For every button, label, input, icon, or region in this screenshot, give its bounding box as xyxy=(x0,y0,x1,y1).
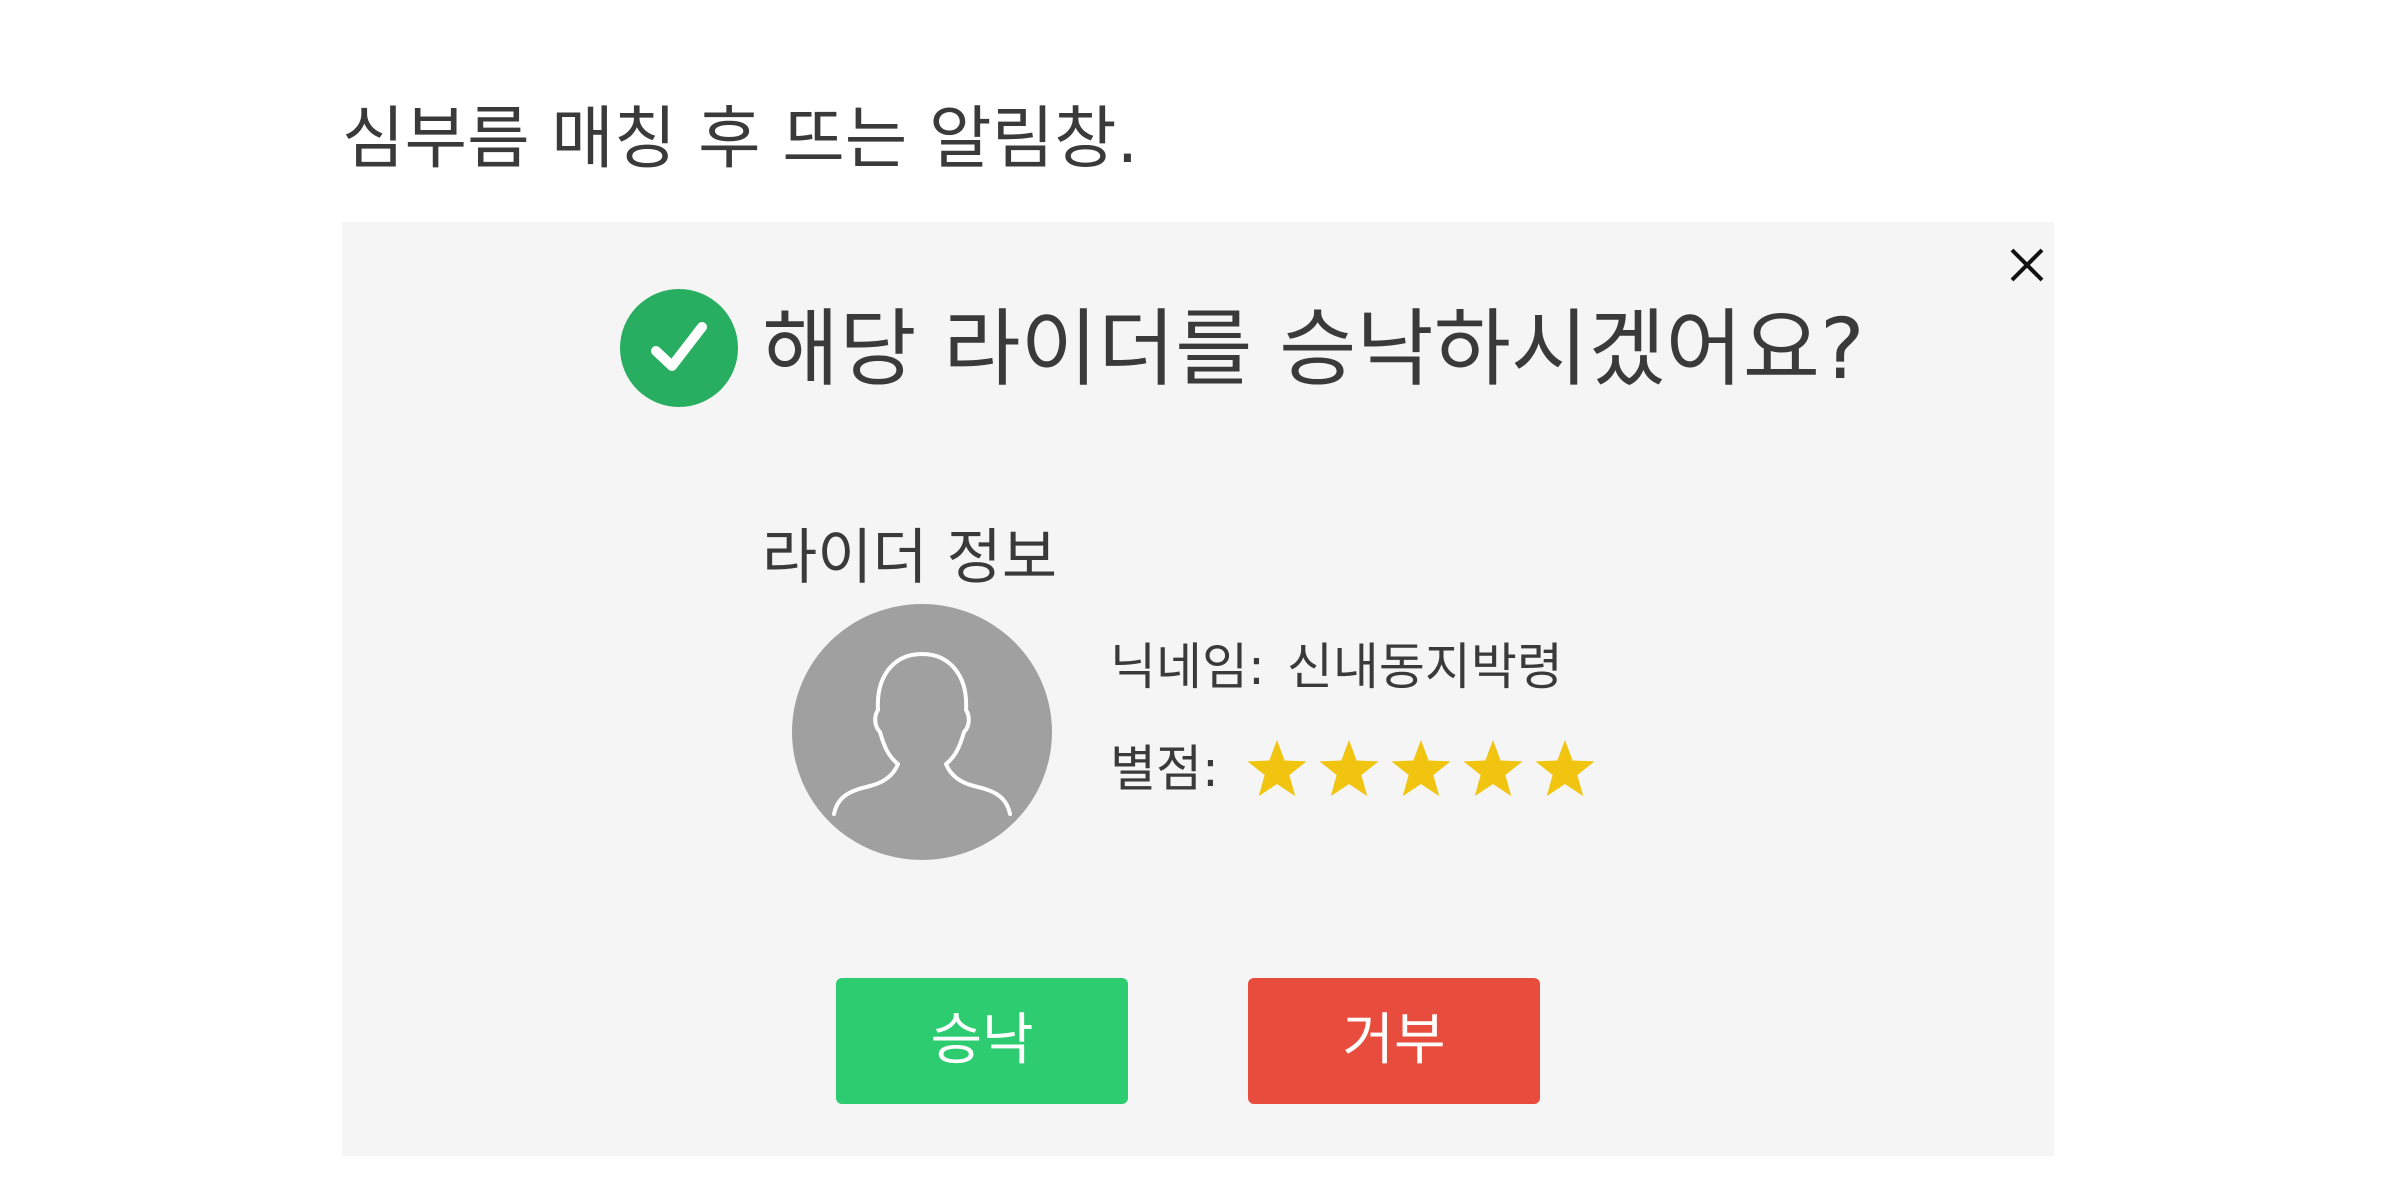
star-icon xyxy=(1535,740,1595,797)
star-icon xyxy=(1319,740,1379,797)
rating-label: 별점: xyxy=(1110,740,1219,798)
nickname-label: 닉네임: xyxy=(1110,638,1265,696)
rider-approval-dialog: 해당 라이더를 승낙하시겠어요? 라이더 정보 닉네임: 신내동지박령 별점: … xyxy=(342,222,2054,1156)
star-icon xyxy=(1463,740,1523,797)
star-icon xyxy=(1391,740,1451,797)
star-icon xyxy=(1247,740,1307,797)
close-button[interactable] xyxy=(2002,240,2052,290)
rating-row: 별점: xyxy=(1110,734,1597,804)
dialog-title: 해당 라이더를 승낙하시겠어요? xyxy=(762,300,1865,398)
accept-button[interactable]: 승낙 xyxy=(836,978,1128,1104)
rider-info-label: 라이더 정보 xyxy=(762,523,1058,593)
page-heading: 심부름 매칭 후 뜨는 알림창. xyxy=(342,100,1139,179)
star-rating xyxy=(1245,737,1597,801)
close-icon xyxy=(2010,248,2044,282)
user-silhouette-icon xyxy=(792,604,1052,860)
nickname-row: 닉네임: 신내동지박령 xyxy=(1110,632,1563,702)
reject-button[interactable]: 거부 xyxy=(1248,978,1540,1104)
check-circle-icon xyxy=(620,289,738,407)
nickname-value: 신내동지박령 xyxy=(1286,638,1563,696)
